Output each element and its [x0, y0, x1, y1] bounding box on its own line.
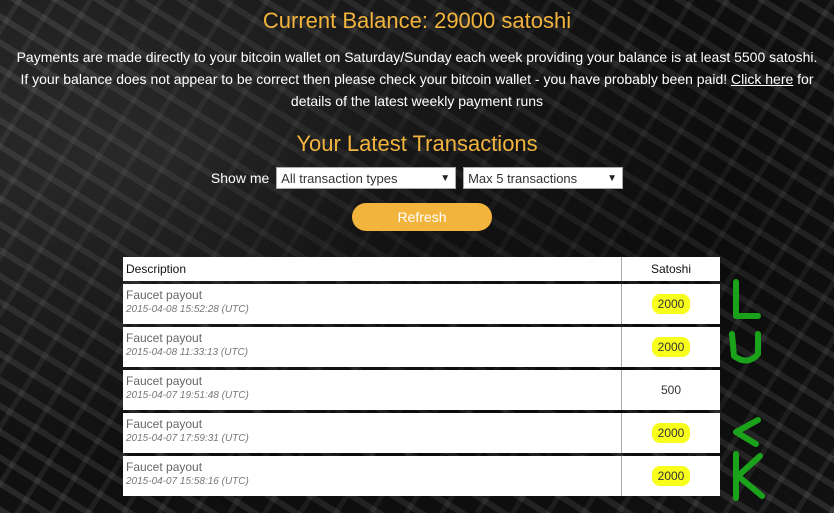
- payment-info-line1: Payments are made directly to your bitco…: [16, 49, 818, 65]
- payment-runs-link[interactable]: Click here: [731, 71, 793, 87]
- table-row: Faucet payout 2015-04-07 15:58:16 (UTC) 20…: [123, 456, 720, 496]
- transaction-date: 2015-04-08 11:33:13 (UTC): [126, 347, 249, 358]
- transaction-description: Faucet payout: [126, 331, 203, 345]
- transaction-filters: Show me All transaction types ▼ Max 5 tra…: [0, 167, 834, 189]
- transaction-date: 2015-04-07 17:59:31 (UTC): [126, 433, 249, 444]
- transaction-satoshi-cell: 500: [621, 370, 720, 410]
- transaction-description-cell: Faucet payout 2015-04-08 15:52:28 (UTC): [123, 284, 621, 324]
- table-header-row: Description Satoshi: [123, 257, 720, 281]
- dropdown-arrow-icon: ▼: [440, 173, 451, 184]
- transaction-satoshi-cell: 2000: [621, 413, 720, 453]
- transaction-description: Faucet payout: [126, 288, 203, 302]
- transaction-date: 2015-04-07 15:58:16 (UTC): [126, 476, 249, 487]
- transaction-date: 2015-04-08 15:52:28 (UTC): [126, 304, 249, 315]
- transaction-count-value: Max 5 transactions: [468, 171, 578, 186]
- transaction-description: Faucet payout: [126, 417, 203, 431]
- transaction-description: Faucet payout: [126, 374, 203, 388]
- show-me-label: Show me: [210, 170, 270, 186]
- highlighted-satoshi-amount: 2000: [651, 294, 691, 314]
- table-row: Faucet payout 2015-04-07 19:51:48 (UTC) 50…: [123, 370, 720, 410]
- transaction-count-select[interactable]: Max 5 transactions ▼: [463, 167, 624, 189]
- transaction-description-cell: Faucet payout 2015-04-08 11:33:13 (UTC): [123, 327, 621, 367]
- luck-handwritten-annotation: [729, 279, 765, 501]
- transaction-satoshi-cell: 2000: [621, 327, 720, 367]
- transaction-description-cell: Faucet payout 2015-04-07 19:51:48 (UTC): [123, 370, 621, 410]
- payment-info-text: If your balance does not appear to be co…: [20, 71, 732, 87]
- transaction-description-cell: Faucet payout 2015-04-07 15:58:16 (UTC): [123, 456, 621, 496]
- transaction-description: Faucet payout: [126, 460, 203, 474]
- refresh-button[interactable]: Refresh: [352, 203, 492, 231]
- satoshi-column-header: Satoshi: [621, 257, 720, 281]
- table-row: Faucet payout 2015-04-08 15:52:28 (UTC) 20…: [123, 284, 720, 324]
- dropdown-arrow-icon: ▼: [607, 173, 618, 184]
- transaction-description-cell: Faucet payout 2015-04-07 17:59:31 (UTC): [123, 413, 621, 453]
- transaction-type-value: All transaction types: [281, 171, 398, 186]
- highlighted-satoshi-amount: 2000: [651, 423, 691, 443]
- current-balance: Current Balance: 29000 satoshi: [262, 8, 572, 33]
- highlighted-satoshi-amount: 2000: [651, 337, 691, 357]
- table-row: Faucet payout 2015-04-07 17:59:31 (UTC) 20…: [123, 413, 720, 453]
- payment-info: Payments are made directly to your bitco…: [10, 46, 824, 112]
- transaction-type-select[interactable]: All transaction types ▼: [276, 167, 457, 189]
- transactions-title: Your Latest Transactions: [296, 131, 538, 156]
- highlighted-satoshi-amount: 2000: [651, 466, 691, 486]
- description-column-header: Description: [123, 257, 621, 281]
- transaction-satoshi-cell: 2000: [621, 456, 720, 496]
- payment-info-line2: If your balance does not appear to be co…: [10, 68, 824, 112]
- satoshi-amount: 500: [660, 383, 682, 397]
- transactions-table: Description Satoshi Faucet payout 2015-04…: [123, 254, 720, 499]
- table-row: Faucet payout 2015-04-08 11:33:13 (UTC) 20…: [123, 327, 720, 367]
- transaction-satoshi-cell: 2000: [621, 284, 720, 324]
- transaction-date: 2015-04-07 19:51:48 (UTC): [126, 390, 249, 401]
